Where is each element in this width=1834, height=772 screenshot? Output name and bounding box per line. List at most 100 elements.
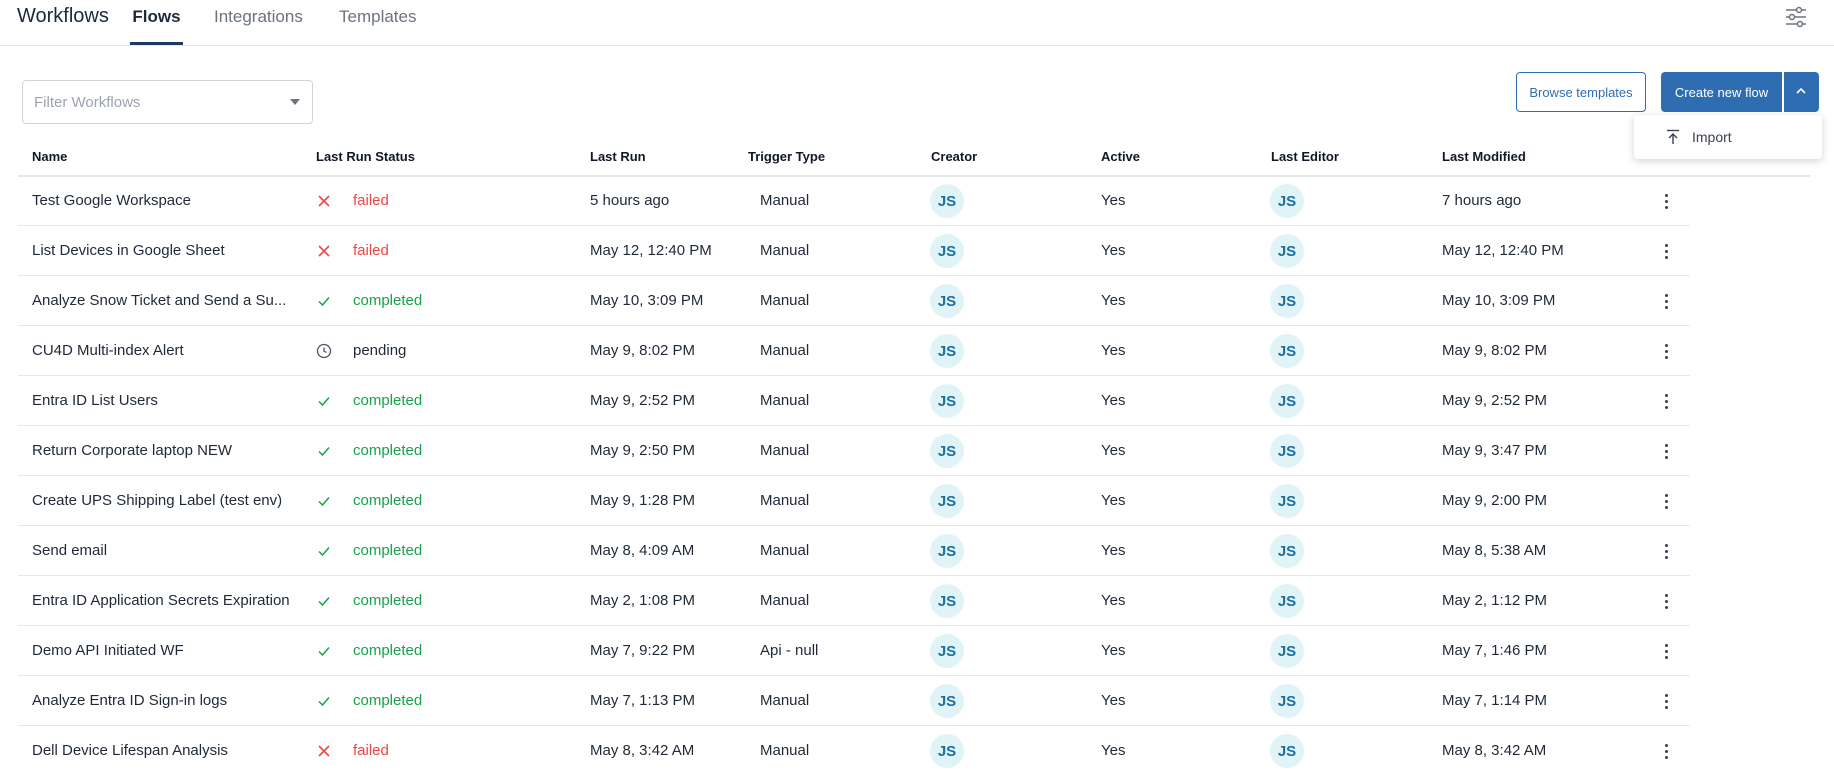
more-options-icon[interactable] <box>1656 541 1676 561</box>
creator-avatar: JS <box>930 584 964 618</box>
creator-avatar: JS <box>930 484 964 518</box>
workflow-name-link[interactable]: Analyze Snow Ticket and Send a Su... <box>32 292 292 309</box>
status-text: failed <box>353 192 389 209</box>
column-header-modified[interactable]: Last Modified <box>1442 149 1526 164</box>
more-options-icon[interactable] <box>1656 391 1676 411</box>
workflow-name-link[interactable]: Send email <box>32 542 292 559</box>
last-modified-time: May 7, 1:14 PM <box>1442 692 1548 709</box>
trigger-type: Manual <box>760 542 810 559</box>
table-row[interactable]: Demo API Initiated WF completed May 7, 9:2… <box>18 627 1690 676</box>
workflow-name-link[interactable]: Entra ID List Users <box>32 392 292 409</box>
column-header-trigger[interactable]: Trigger Type <box>748 149 825 164</box>
check-icon <box>316 593 332 609</box>
tab-integrations[interactable]: Integrations <box>214 7 303 45</box>
more-options-icon[interactable] <box>1656 291 1676 311</box>
table-row[interactable]: Return Corporate laptop NEW completed May … <box>18 427 1690 476</box>
workflow-name-link[interactable]: List Devices in Google Sheet <box>32 242 292 259</box>
editor-avatar: JS <box>1270 384 1304 418</box>
table-row[interactable]: Entra ID List Users completed May 9, 2:52 … <box>18 377 1690 426</box>
workflow-name-link[interactable]: Dell Device Lifespan Analysis <box>32 742 292 759</box>
status-text: completed <box>353 392 423 409</box>
editor-avatar: JS <box>1270 734 1304 768</box>
table-row[interactable]: CU4D Multi-index Alert pending May 9, 8:02… <box>18 327 1690 376</box>
browse-templates-button[interactable]: Browse templates <box>1516 72 1646 112</box>
table-row[interactable]: Test Google Workspace failed 5 hours ago Ma… <box>18 177 1690 226</box>
check-icon <box>316 493 332 509</box>
last-run-time: May 12, 12:40 PM <box>590 242 712 259</box>
column-header-editor[interactable]: Last Editor <box>1271 149 1339 164</box>
workflow-name-link[interactable]: Create UPS Shipping Label (test env) <box>32 492 292 509</box>
check-icon <box>316 293 332 309</box>
active-value: Yes <box>1101 742 1126 759</box>
column-header-name[interactable]: Name <box>32 149 67 164</box>
last-modified-time: May 12, 12:40 PM <box>1442 242 1564 259</box>
workflow-name-link[interactable]: Demo API Initiated WF <box>32 642 292 659</box>
table-row[interactable]: List Devices in Google Sheet failed May 12… <box>18 227 1690 276</box>
more-options-icon[interactable] <box>1656 441 1676 461</box>
status-text: completed <box>353 592 423 609</box>
more-options-icon[interactable] <box>1656 641 1676 661</box>
table-row[interactable]: Analyze Snow Ticket and Send a Su... comp… <box>18 277 1690 326</box>
last-modified-time: 7 hours ago <box>1442 192 1522 209</box>
filter-workflows-select[interactable] <box>22 80 313 124</box>
trigger-type: Manual <box>760 592 810 609</box>
last-modified-time: May 10, 3:09 PM <box>1442 292 1556 309</box>
editor-avatar: JS <box>1270 434 1304 468</box>
status-text: failed <box>353 742 389 759</box>
workflow-name-link[interactable]: Entra ID Application Secrets Expiration <box>32 592 292 609</box>
table-row[interactable]: Analyze Entra ID Sign-in logs completed Ma… <box>18 677 1690 726</box>
last-run-time: May 9, 1:28 PM <box>590 492 696 509</box>
last-run-time: 5 hours ago <box>590 192 670 209</box>
workflow-name-link[interactable]: Analyze Entra ID Sign-in logs <box>32 692 292 709</box>
column-header-active[interactable]: Active <box>1101 149 1140 164</box>
last-run-time: May 8, 3:42 AM <box>590 742 695 759</box>
table-header: Name Last Run Status Last Run Trigger Ty… <box>18 139 1810 177</box>
editor-avatar: JS <box>1270 284 1304 318</box>
more-options-icon[interactable] <box>1656 591 1676 611</box>
x-icon <box>316 193 332 209</box>
creator-avatar: JS <box>930 234 964 268</box>
tab-templates[interactable]: Templates <box>339 7 416 45</box>
table-row[interactable]: Send email completed May 8, 4:09 AM Manual J… <box>18 527 1690 576</box>
last-run-time: May 8, 4:09 AM <box>590 542 695 559</box>
table-row[interactable]: Dell Device Lifespan Analysis failed May 8… <box>18 727 1690 772</box>
editor-avatar: JS <box>1270 334 1304 368</box>
filter-workflows-input[interactable] <box>34 81 274 123</box>
trigger-type: Manual <box>760 342 810 359</box>
table-row[interactable]: Entra ID Application Secrets Expiration c… <box>18 577 1690 626</box>
more-options-icon[interactable] <box>1656 491 1676 511</box>
editor-avatar: JS <box>1270 584 1304 618</box>
last-modified-time: May 9, 2:00 PM <box>1442 492 1548 509</box>
more-options-icon[interactable] <box>1656 691 1676 711</box>
tab-flows[interactable]: Flows <box>130 7 183 45</box>
x-icon <box>316 243 332 259</box>
status-text: completed <box>353 542 423 559</box>
create-menu-toggle-button[interactable] <box>1784 72 1819 112</box>
more-options-icon[interactable] <box>1656 341 1676 361</box>
status-text: completed <box>353 292 423 309</box>
status-text: failed <box>353 242 389 259</box>
check-icon <box>316 693 332 709</box>
caret-down-icon[interactable] <box>290 99 300 105</box>
more-options-icon[interactable] <box>1656 241 1676 261</box>
status-text: pending <box>353 342 407 359</box>
active-value: Yes <box>1101 492 1126 509</box>
column-header-creator[interactable]: Creator <box>931 149 977 164</box>
trigger-type: Manual <box>760 242 810 259</box>
clock-icon <box>316 343 332 359</box>
more-options-icon[interactable] <box>1656 741 1676 761</box>
editor-avatar: JS <box>1270 534 1304 568</box>
sliders-icon[interactable] <box>1783 4 1809 30</box>
trigger-type: Manual <box>760 392 810 409</box>
create-new-flow-button[interactable]: Create new flow <box>1661 72 1782 112</box>
workflow-name-link[interactable]: Return Corporate laptop NEW <box>32 442 292 459</box>
workflow-name-link[interactable]: Test Google Workspace <box>32 192 292 209</box>
column-header-last-run[interactable]: Last Run <box>590 149 646 164</box>
check-icon <box>316 443 332 459</box>
last-modified-time: May 8, 5:38 AM <box>1442 542 1547 559</box>
workflow-name-link[interactable]: CU4D Multi-index Alert <box>32 342 292 359</box>
more-options-icon[interactable] <box>1656 191 1676 211</box>
table-row[interactable]: Create UPS Shipping Label (test env) comp… <box>18 477 1690 526</box>
column-header-status[interactable]: Last Run Status <box>316 149 415 164</box>
creator-avatar: JS <box>930 534 964 568</box>
